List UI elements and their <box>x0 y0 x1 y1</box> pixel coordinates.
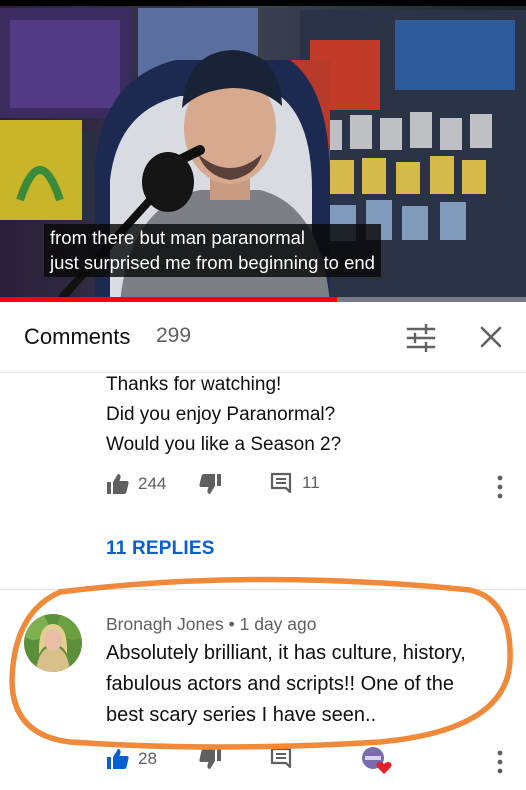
sort-filter-icon[interactable] <box>406 324 436 352</box>
reply-button[interactable]: 11 <box>270 472 320 494</box>
avatar[interactable] <box>24 614 82 672</box>
like-count: 28 <box>138 749 157 768</box>
like-button[interactable]: 28 <box>106 747 157 771</box>
comment-time: 1 day ago <box>239 614 317 634</box>
close-icon[interactable] <box>480 326 502 348</box>
comments-title: Comments <box>24 324 131 349</box>
more-options-icon[interactable] <box>496 749 504 775</box>
thumbs-up-icon <box>107 474 129 494</box>
thumbs-up-icon <box>107 749 129 769</box>
more-options-icon[interactable] <box>496 474 504 500</box>
thumbs-down-icon <box>199 749 221 769</box>
reply-count: 11 <box>302 473 320 492</box>
comment-actions: 28 <box>0 747 526 777</box>
comments-header: Comments 299 <box>0 302 526 373</box>
status-bar <box>0 0 526 6</box>
reply-button[interactable] <box>270 747 292 769</box>
comment-line: best scary series I have seen.. <box>106 704 377 726</box>
like-button[interactable]: 244 <box>106 472 166 496</box>
comment-text: Thanks for watching! Did you enjoy Paran… <box>106 370 341 460</box>
comment-author[interactable]: Bronagh Jones <box>106 614 224 634</box>
thumbs-down-icon <box>199 474 221 494</box>
comment-text: Absolutely brilliant, it has culture, hi… <box>106 638 466 731</box>
comments-count: 299 <box>156 324 192 347</box>
like-count: 244 <box>138 474 167 493</box>
comment-line: fabulous actors and scripts!! One of the <box>106 673 454 695</box>
video-caption: from there but man paranormal just surpr… <box>44 224 381 277</box>
view-replies-link[interactable]: 11 REPLIES <box>106 538 215 560</box>
reply-icon <box>270 472 292 494</box>
comment-meta: Bronagh Jones • 1 day ago <box>106 614 317 635</box>
caption-line: from there but man paranormal <box>50 227 306 248</box>
reply-icon <box>270 747 292 769</box>
comment-line: Did you enjoy Paranormal? <box>106 404 336 425</box>
dislike-button[interactable] <box>198 472 222 496</box>
comment-line: Would you like a Season 2? <box>106 434 342 455</box>
creator-heart-icon <box>362 747 392 774</box>
comment-actions: 244 11 <box>0 472 526 502</box>
caption-line: just surprised me from beginning to end <box>50 252 375 273</box>
dislike-button[interactable] <box>198 747 222 771</box>
meta-separator: • <box>228 614 235 634</box>
comment-line: Thanks for watching! <box>106 374 282 395</box>
creator-heart-badge <box>362 747 392 775</box>
video-player[interactable]: from there but man paranormal just surpr… <box>0 0 526 302</box>
comment-divider <box>0 589 526 590</box>
comment-line: Absolutely brilliant, it has culture, hi… <box>106 642 466 664</box>
